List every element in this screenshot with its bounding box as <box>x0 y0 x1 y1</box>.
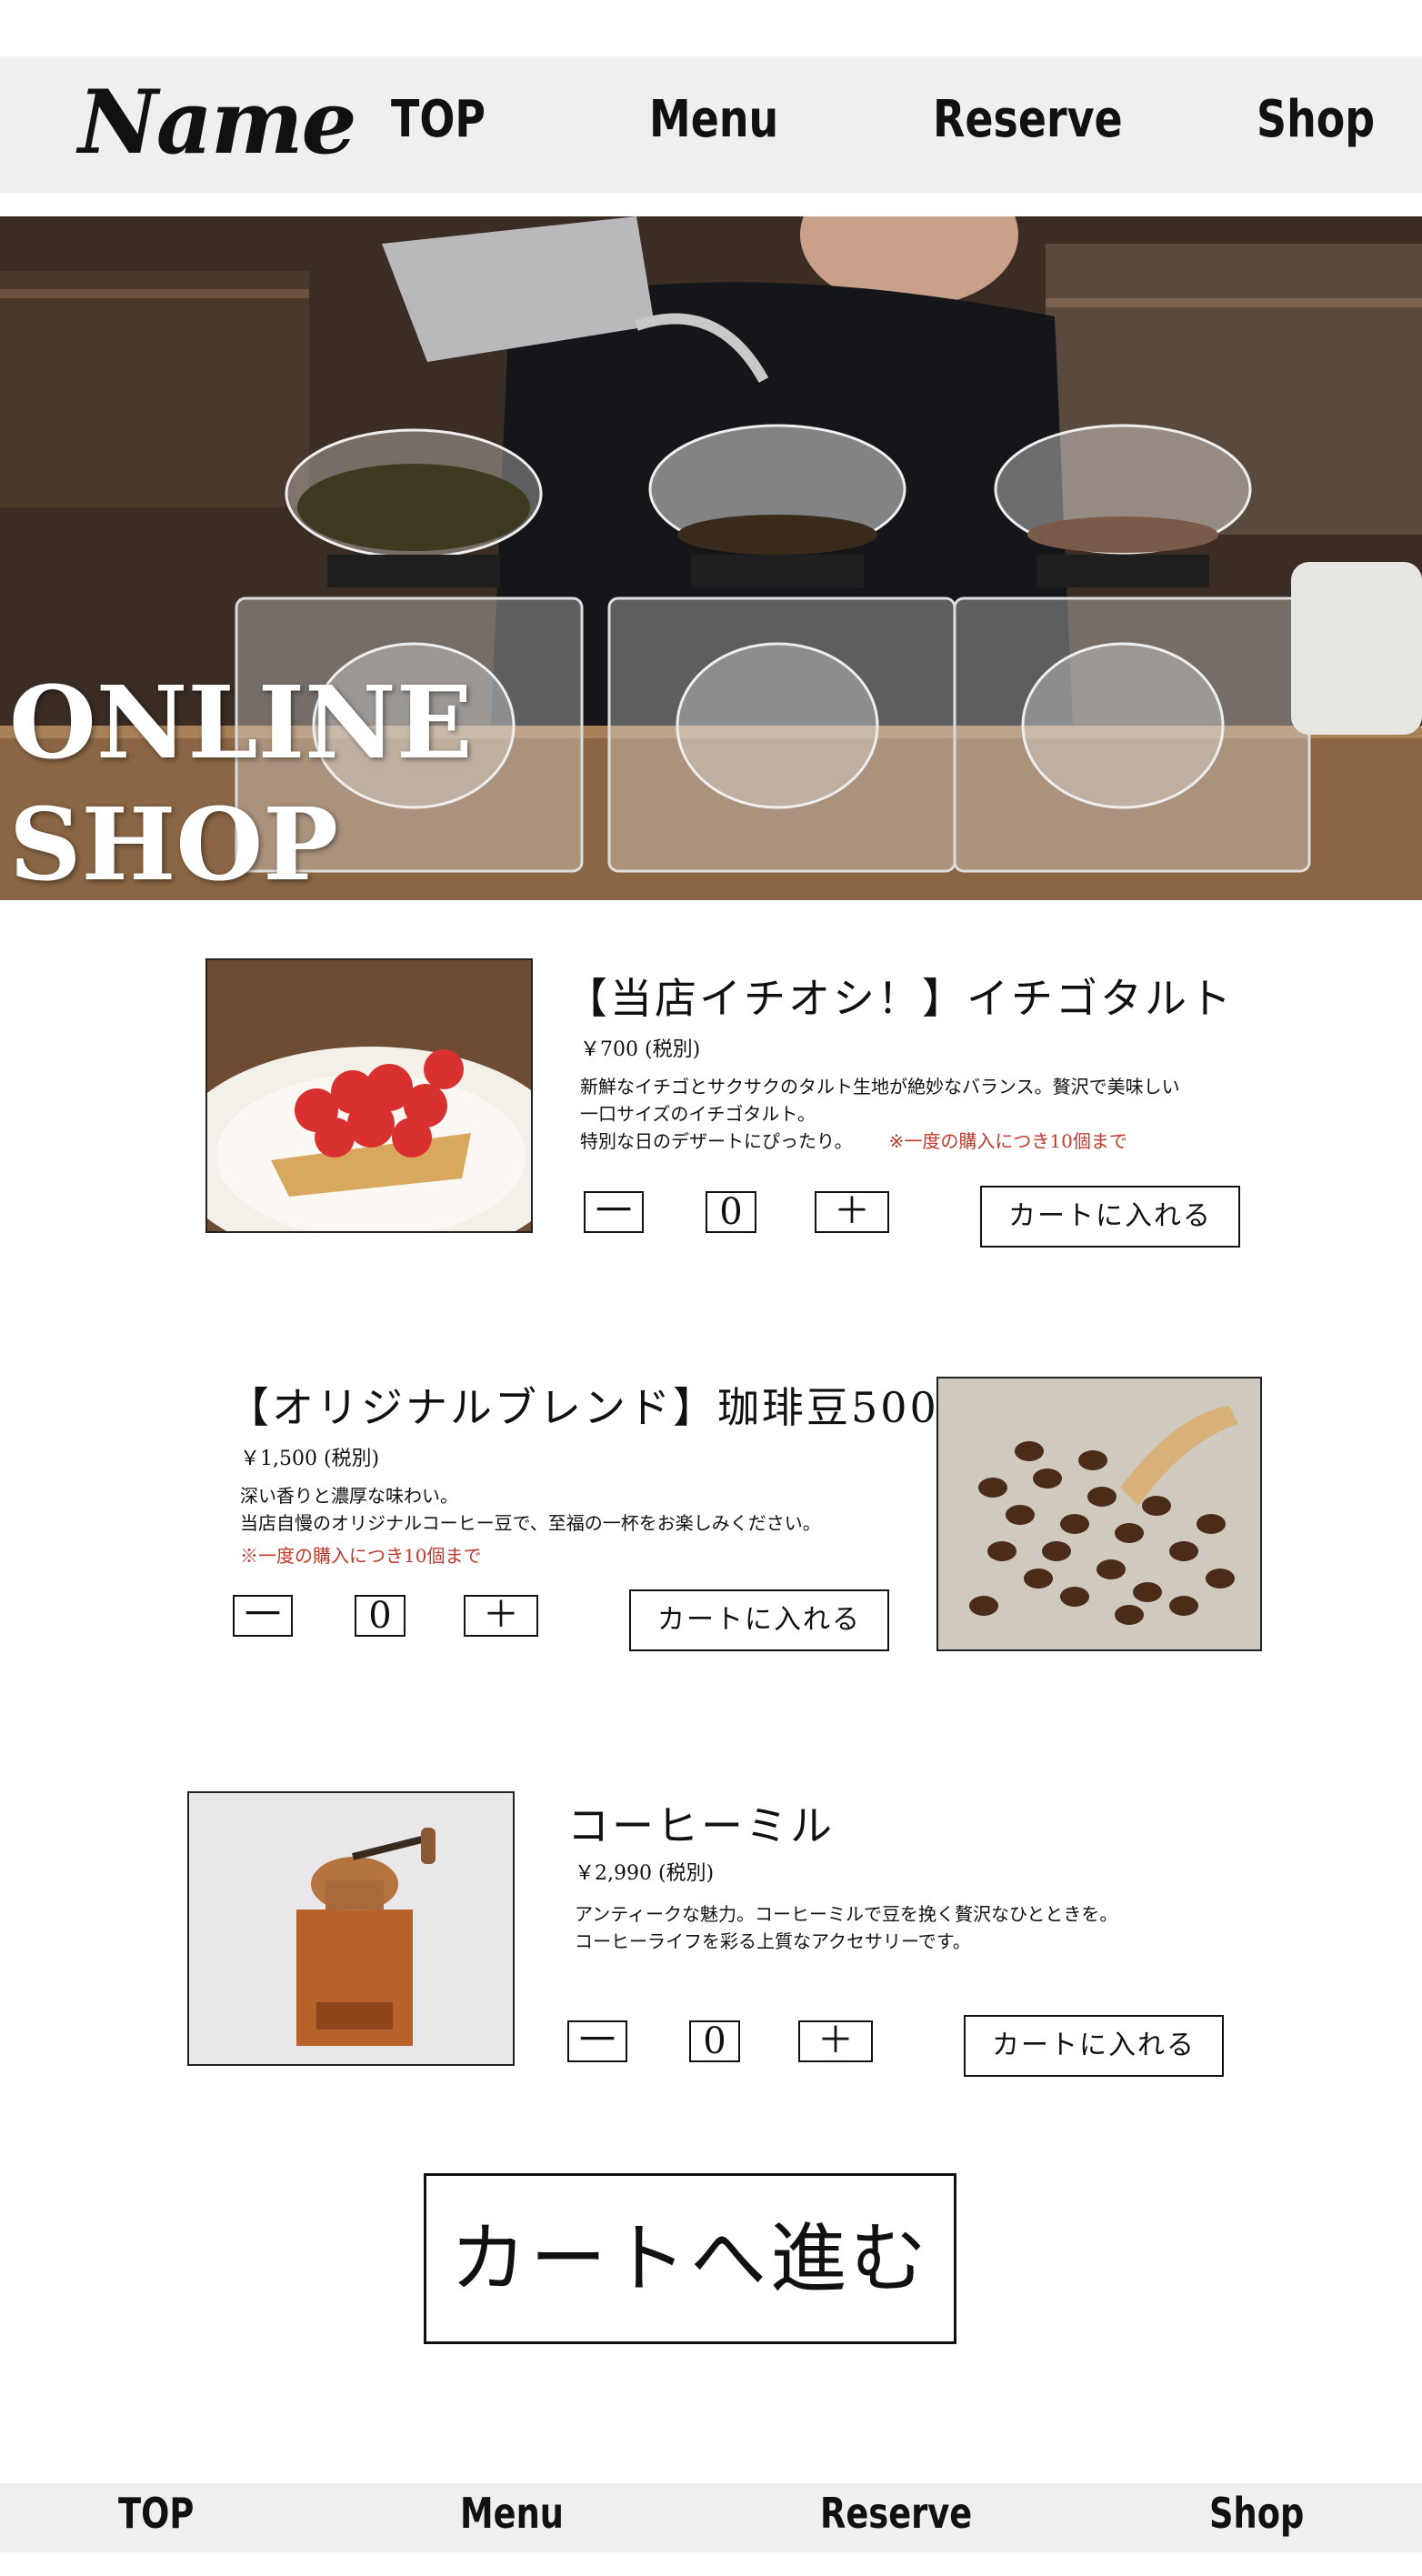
footer-nav-reserve[interactable]: Reserve <box>820 2492 972 2534</box>
nav-reserve[interactable]: Reserve <box>933 95 1123 145</box>
product-description-line: 一口サイズのイチゴタルト。 <box>580 1103 816 1125</box>
footer-nav-top[interactable]: TOP <box>118 2492 194 2534</box>
hero-banner: ONLINE SHOP <box>0 216 1422 900</box>
footer-nav-bar: TOP Menu Reserve Shop <box>0 2483 1422 2552</box>
increase-qty-button[interactable]: ＋ <box>815 1191 889 1233</box>
add-to-cart-button[interactable]: カートに入れる <box>964 2015 1224 2077</box>
product-description-line: アンティークな魅力。コーヒーミルで豆を挽く贅沢なひとときを。 <box>575 1903 1118 1925</box>
product-price: ￥2,990 (税別) <box>575 1862 715 1885</box>
decrease-qty-button[interactable]: 一 <box>584 1191 644 1233</box>
product-name: コーヒーミル <box>567 1801 835 1850</box>
top-nav-bar: Name TOP Menu Reserve Shop <box>0 56 1422 193</box>
increase-qty-button[interactable]: ＋ <box>798 2020 873 2062</box>
nav-shop[interactable]: Shop <box>1257 95 1375 145</box>
proceed-to-cart-button[interactable]: カートへ進む <box>424 2173 956 2344</box>
hero-title-line1: ONLINE <box>9 664 473 781</box>
nav-top[interactable]: TOP <box>391 95 486 145</box>
product-name: 【当店イチオシ！】イチゴタルト <box>566 974 1234 1023</box>
decrease-qty-button[interactable]: 一 <box>233 1595 293 1637</box>
product-price: ￥1,500 (税別) <box>240 1448 380 1470</box>
quantity-value[interactable]: 0 <box>689 2020 740 2062</box>
footer-nav-menu[interactable]: Menu <box>460 2492 564 2534</box>
decrease-qty-button[interactable]: 一 <box>567 2020 627 2062</box>
purchase-limit-note: ※一度の購入につき10個まで <box>888 1130 1127 1152</box>
brand-logo[interactable]: Name <box>78 75 357 171</box>
product-description-line: コーヒーライフを彩る上質なアクセサリーです。 <box>575 1930 971 1952</box>
quantity-value[interactable]: 0 <box>706 1191 756 1233</box>
hero-title: ONLINE SHOP <box>9 662 473 900</box>
purchase-limit-note: ※一度の購入につき10個まで <box>240 1545 482 1567</box>
product-description-line: 新鮮なイチゴとサクサクのタルト生地が絶妙なバランス。贅沢で美味しい <box>580 1076 1180 1098</box>
hero-title-line2: SHOP <box>9 786 338 900</box>
product-description: 新鮮なイチゴとサクサクのタルト生地が絶妙なバランス。贅沢で美味しい 一口サイズの… <box>580 1073 1180 1155</box>
coffee-mill-photo <box>187 1791 515 2066</box>
product-description-line: 深い香りと濃厚な味わい。 <box>240 1485 458 1507</box>
product-name: 【オリジナルブレンド】珈琲豆500g <box>227 1383 969 1432</box>
coffee-beans-photo <box>936 1377 1262 1651</box>
product-description: 深い香りと濃厚な味わい。 当店自慢のオリジナルコーヒー豆で、至福の一杯をお楽しみ… <box>240 1482 821 1569</box>
product-description-line: 特別な日のデザートにぴったり。 <box>580 1130 853 1152</box>
quantity-value[interactable]: 0 <box>355 1595 406 1637</box>
strawberry-tart-photo <box>205 958 533 1233</box>
add-to-cart-button[interactable]: カートに入れる <box>629 1589 889 1651</box>
add-to-cart-button[interactable]: カートに入れる <box>980 1186 1240 1248</box>
nav-menu[interactable]: Menu <box>649 95 778 145</box>
product-description-line: 当店自慢のオリジナルコーヒー豆で、至福の一杯をお楽しみください。 <box>240 1512 821 1534</box>
product-description: アンティークな魅力。コーヒーミルで豆を挽く贅沢なひとときを。 コーヒーライフを彩… <box>575 1900 1117 1955</box>
product-price: ￥700 (税別) <box>580 1038 701 1061</box>
footer-nav-shop[interactable]: Shop <box>1209 2492 1304 2534</box>
product-description-line: 特別な日のデザートにぴったり。 ※一度の購入につき10個まで <box>580 1128 1180 1155</box>
increase-qty-button[interactable]: ＋ <box>464 1595 538 1637</box>
